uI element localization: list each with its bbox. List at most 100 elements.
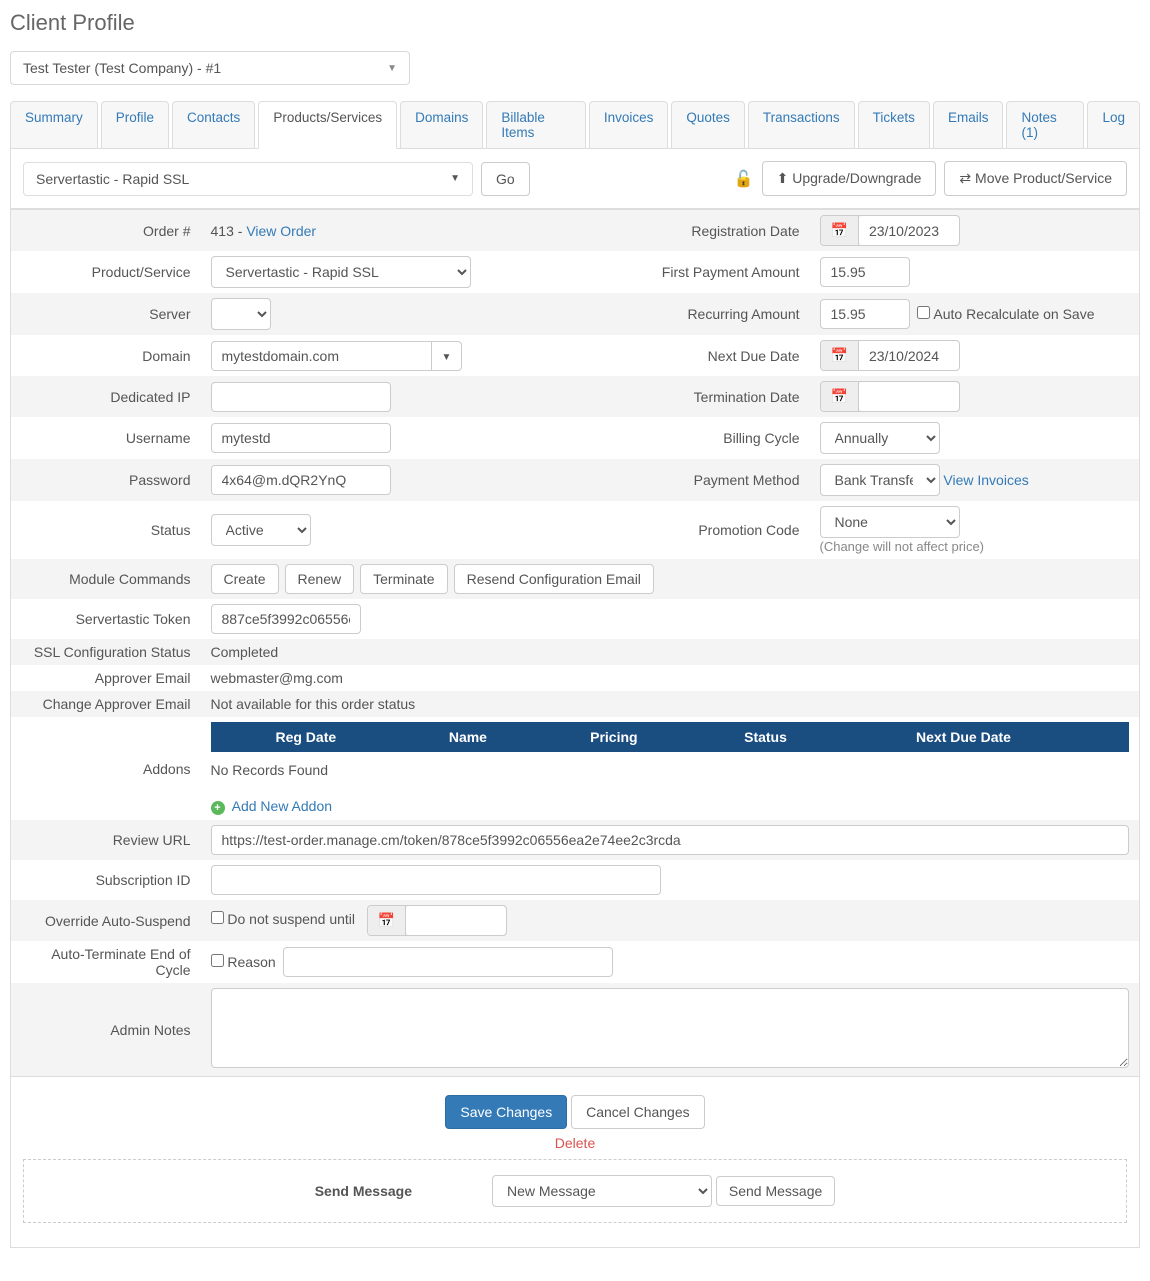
send-message-label: Send Message xyxy=(315,1183,412,1199)
label-auto-terminate: Auto-Terminate End of Cycle xyxy=(11,941,201,983)
label-product-service: Product/Service xyxy=(11,251,201,293)
recurring-amount-input[interactable] xyxy=(820,299,910,329)
review-url-input[interactable] xyxy=(211,825,1130,855)
tab-products-services[interactable]: Products/Services xyxy=(258,101,397,149)
domain-input[interactable] xyxy=(211,341,431,371)
label-next-due: Next Due Date xyxy=(630,335,810,376)
tab-domains[interactable]: Domains xyxy=(400,101,483,149)
label-admin-notes: Admin Notes xyxy=(11,983,201,1077)
order-number: 413 xyxy=(211,223,234,239)
unlock-icon[interactable]: 🔓 xyxy=(734,169,754,189)
cancel-button[interactable]: Cancel Changes xyxy=(571,1095,705,1129)
calendar-icon[interactable]: 📅 xyxy=(821,341,859,370)
calendar-icon[interactable]: 📅 xyxy=(821,216,859,245)
approver-email-value: webmaster@mg.com xyxy=(201,665,1140,691)
suspend-checkbox[interactable] xyxy=(211,911,224,924)
product-dropdown[interactable]: Servertastic - Rapid SSL ▼ xyxy=(23,162,473,196)
ssl-status-value: Completed xyxy=(201,639,1140,665)
addons-table: Reg Date Name Pricing Status Next Due Da… xyxy=(211,722,1130,752)
product-form: Order # 413 - View Order Registration Da… xyxy=(10,209,1140,1077)
client-selector[interactable]: Test Tester (Test Company) - #1 ▼ xyxy=(10,51,410,85)
tab-profile[interactable]: Profile xyxy=(101,101,169,149)
tab-log[interactable]: Log xyxy=(1087,101,1140,149)
go-button[interactable]: Go xyxy=(481,162,530,196)
tab-contacts[interactable]: Contacts xyxy=(172,101,255,149)
tab-emails[interactable]: Emails xyxy=(933,101,1004,149)
password-input[interactable] xyxy=(211,465,391,495)
auto-terminate-checkbox[interactable] xyxy=(211,954,224,967)
registration-date-input[interactable] xyxy=(859,216,959,245)
billing-cycle-select[interactable]: Annually xyxy=(820,422,940,454)
addon-header-name: Name xyxy=(401,723,536,752)
label-password: Password xyxy=(11,459,201,501)
upload-icon: ⬆ xyxy=(777,170,789,186)
label-review-url: Review URL xyxy=(11,820,201,860)
auto-recalc-checkbox[interactable] xyxy=(917,306,930,319)
move-product-button[interactable]: ⇄ Move Product/Service xyxy=(944,161,1127,196)
domain-dropdown-button[interactable]: ▼ xyxy=(431,341,463,371)
calendar-icon[interactable]: 📅 xyxy=(821,382,859,411)
shuffle-icon: ⇄ xyxy=(959,170,971,186)
view-invoices-link[interactable]: View Invoices xyxy=(943,472,1028,488)
module-create-button[interactable]: Create xyxy=(211,564,279,594)
module-terminate-button[interactable]: Terminate xyxy=(360,564,447,594)
product-toolbar: Servertastic - Rapid SSL ▼ Go 🔓 ⬆ Upgrad… xyxy=(10,149,1140,209)
product-service-select[interactable]: Servertastic - Rapid SSL xyxy=(211,256,471,288)
view-order-link[interactable]: View Order xyxy=(246,223,316,239)
tab-tickets[interactable]: Tickets xyxy=(858,101,930,149)
tab-bar: Summary Profile Contacts Products/Servic… xyxy=(10,100,1140,149)
username-input[interactable] xyxy=(211,423,391,453)
save-button[interactable]: Save Changes xyxy=(445,1095,567,1129)
tab-quotes[interactable]: Quotes xyxy=(671,101,745,149)
plus-icon: + xyxy=(211,801,225,815)
tab-transactions[interactable]: Transactions xyxy=(748,101,855,149)
label-first-payment: First Payment Amount xyxy=(630,251,810,293)
delete-link[interactable]: Delete xyxy=(11,1135,1139,1151)
send-message-panel: Send Message New Message Send Message xyxy=(23,1159,1127,1223)
subscription-id-input[interactable] xyxy=(211,865,661,895)
suspend-label: Do not suspend until xyxy=(227,911,355,927)
label-recurring: Recurring Amount xyxy=(630,293,810,335)
label-addons: Addons xyxy=(11,717,201,820)
send-message-button[interactable]: Send Message xyxy=(716,1176,835,1206)
send-message-select[interactable]: New Message xyxy=(492,1175,712,1207)
status-select[interactable]: Active xyxy=(211,514,311,546)
next-due-date-group: 📅 xyxy=(820,340,960,371)
payment-method-select[interactable]: Bank Transfer xyxy=(820,464,940,496)
addon-header-status: Status xyxy=(693,723,839,752)
chevron-down-icon: ▼ xyxy=(387,63,397,74)
dedicated-ip-input[interactable] xyxy=(211,382,391,412)
servertastic-token-input[interactable] xyxy=(211,604,361,634)
label-server: Server xyxy=(11,293,201,335)
tab-notes[interactable]: Notes (1) xyxy=(1006,101,1084,149)
termination-date-group: 📅 xyxy=(820,381,960,412)
admin-notes-textarea[interactable] xyxy=(211,988,1130,1068)
product-dropdown-value: Servertastic - Rapid SSL xyxy=(36,171,189,187)
next-due-date-input[interactable] xyxy=(859,341,959,370)
label-ssl-status: SSL Configuration Status xyxy=(11,639,201,665)
addon-header-action2 xyxy=(1109,723,1129,752)
reason-label: Reason xyxy=(227,954,275,970)
calendar-icon[interactable]: 📅 xyxy=(368,906,406,935)
change-approver-value: Not available for this order status xyxy=(201,691,1140,717)
upgrade-downgrade-button[interactable]: ⬆ Upgrade/Downgrade xyxy=(762,161,937,196)
label-status: Status xyxy=(11,501,201,559)
reason-input[interactable] xyxy=(283,947,613,977)
registration-date-group: 📅 xyxy=(820,215,960,246)
add-addon-link[interactable]: Add New Addon xyxy=(232,798,332,814)
termination-date-input[interactable] xyxy=(859,382,959,411)
tab-billable[interactable]: Billable Items xyxy=(486,101,585,149)
module-resend-email-button[interactable]: Resend Configuration Email xyxy=(454,564,654,594)
label-module-cmds: Module Commands xyxy=(11,559,201,599)
promo-code-select[interactable]: None xyxy=(820,506,960,538)
addon-header-nextdue: Next Due Date xyxy=(839,723,1089,752)
label-override-suspend: Override Auto-Suspend xyxy=(11,900,201,941)
tab-summary[interactable]: Summary xyxy=(10,101,98,149)
server-select[interactable] xyxy=(211,298,271,330)
suspend-date-input[interactable] xyxy=(406,906,506,935)
label-payment-method: Payment Method xyxy=(630,459,810,501)
module-renew-button[interactable]: Renew xyxy=(285,564,355,594)
first-payment-input[interactable] xyxy=(820,257,910,287)
tab-invoices[interactable]: Invoices xyxy=(589,101,669,149)
promo-hint: (Change will not affect price) xyxy=(820,539,985,554)
